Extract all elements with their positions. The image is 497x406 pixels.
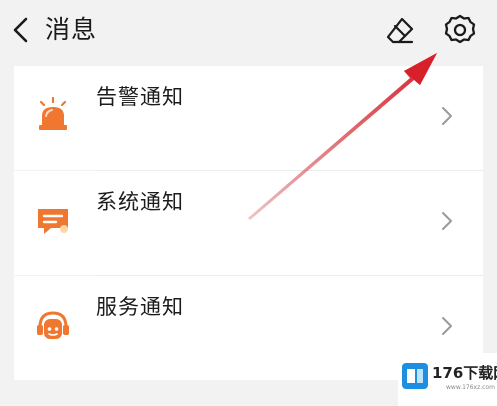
service-icon-badge [28, 300, 78, 350]
alarm-bell-icon [39, 96, 67, 130]
chevron-left-icon [13, 17, 28, 43]
chevron-right-icon [442, 212, 452, 230]
headset-robot-icon [37, 311, 69, 339]
list-item-label: 告警通知 [96, 85, 184, 109]
page-title: 消息 [45, 15, 98, 44]
list-item-label: 系统通知 [96, 190, 184, 214]
gear-icon [444, 14, 476, 44]
back-button[interactable] [6, 12, 36, 48]
watermark-url: www.176xz.com [446, 384, 495, 391]
list-item-label: 服务通知 [96, 295, 184, 319]
list-item-system-notice[interactable]: 系统通知 [14, 171, 483, 275]
chevron-right-icon [442, 317, 452, 335]
site-watermark: 176下载网 www.176xz.com [398, 353, 497, 406]
watermark-text: 176下载网 [432, 364, 497, 382]
system-icon-badge [28, 195, 78, 245]
header-bar: 消息 [0, 0, 497, 60]
message-bubble-icon [38, 209, 68, 234]
clear-all-button[interactable] [382, 12, 418, 48]
site-logo-icon [402, 363, 428, 389]
chevron-right-icon [442, 107, 452, 125]
settings-button[interactable] [441, 11, 479, 49]
eraser-icon [386, 17, 414, 44]
alarm-icon-badge [28, 90, 78, 140]
list-item-alarm-notice[interactable]: 告警通知 [14, 66, 483, 170]
